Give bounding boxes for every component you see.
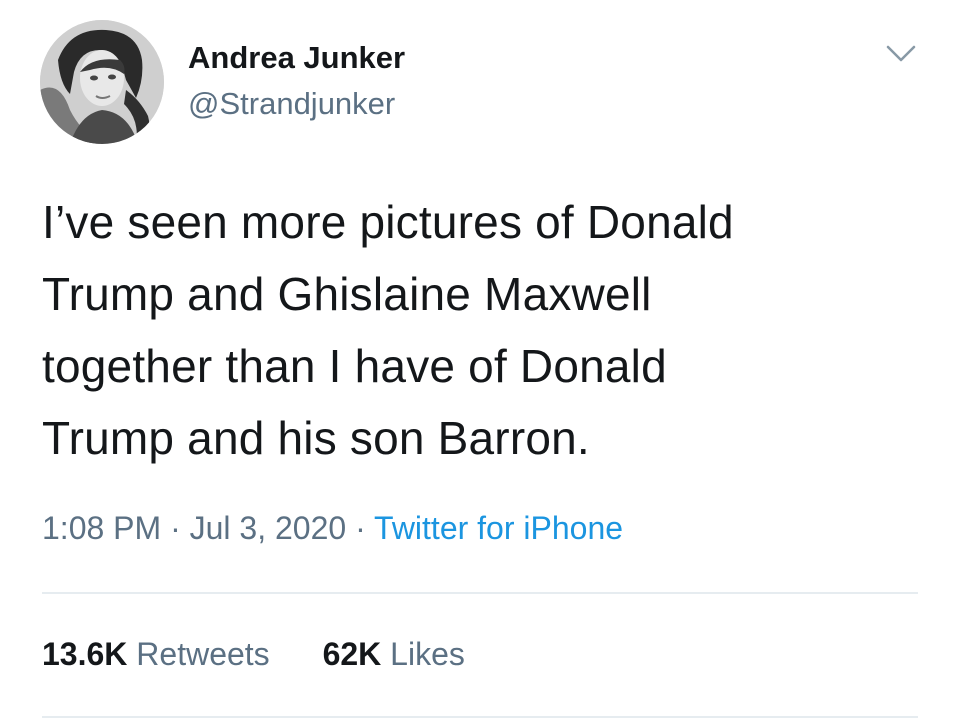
tweet-stats: 13.6K Retweets 62K Likes [42, 636, 465, 673]
tweet-date[interactable]: Jul 3, 2020 [190, 510, 347, 546]
tweet-text: I’ve seen more pictures of Donald Trump … [42, 186, 922, 474]
meta-separator: · [355, 510, 366, 546]
likes-label: Likes [390, 636, 465, 672]
tweet-meta: 1:08 PM · Jul 3, 2020 · Twitter for iPho… [42, 510, 623, 547]
meta-separator: · [170, 510, 181, 546]
divider [42, 592, 918, 594]
retweets-stat[interactable]: 13.6K Retweets [42, 636, 270, 673]
likes-count: 62K [322, 636, 382, 672]
tweet-text-line: Trump and his son Barron. [42, 412, 590, 464]
likes-stat[interactable]: 62K Likes [323, 636, 465, 673]
retweets-count: 13.6K [42, 636, 128, 672]
author-display-name[interactable]: Andrea Junker [188, 40, 405, 76]
divider [42, 716, 918, 718]
author-handle[interactable]: @Strandjunker [188, 86, 395, 122]
tweet-text-line: together than I have of Donald [42, 340, 667, 392]
tweet-card: Andrea Junker @Strandjunker I’ve seen mo… [0, 0, 960, 719]
avatar[interactable] [40, 20, 164, 144]
tweet-text-line: Trump and Ghislaine Maxwell [42, 268, 652, 320]
tweet-time[interactable]: 1:08 PM [42, 510, 161, 546]
tweet-source-link[interactable]: Twitter for iPhone [374, 510, 623, 546]
tweet-text-line: I’ve seen more pictures of Donald [42, 196, 734, 248]
profile-photo-icon [40, 20, 164, 144]
chevron-down-icon[interactable] [884, 40, 918, 68]
retweets-label: Retweets [136, 636, 270, 672]
